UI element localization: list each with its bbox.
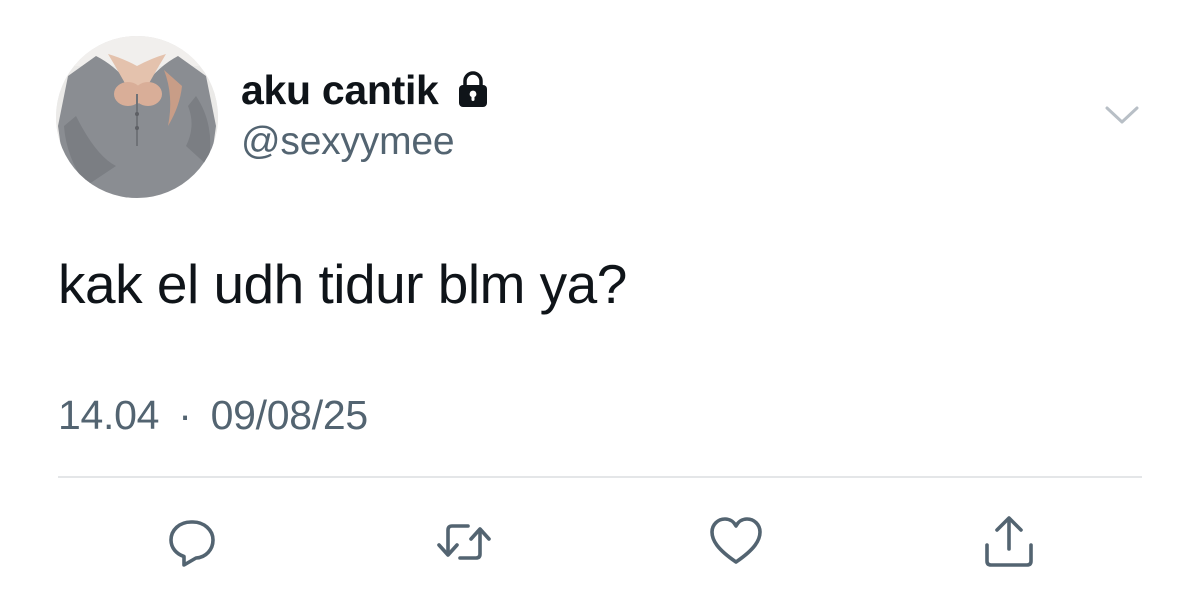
tweet-date: 09/08/25: [210, 392, 369, 438]
display-name-row: aku cantik: [241, 62, 493, 118]
divider: [58, 476, 1142, 478]
reply-icon: [164, 514, 220, 570]
share-icon: [981, 513, 1037, 571]
tweet-timestamp[interactable]: 14.04 · 09/08/25: [58, 392, 368, 439]
share-button[interactable]: [979, 512, 1039, 572]
chevron-down-icon[interactable]: [1102, 100, 1142, 130]
lock-icon: [453, 70, 493, 110]
tweet-time: 14.04: [58, 392, 160, 438]
heart-icon: [707, 514, 765, 570]
reply-button[interactable]: [162, 512, 222, 572]
retweet-button[interactable]: [434, 512, 494, 572]
like-button[interactable]: [706, 512, 766, 572]
avatar[interactable]: [56, 36, 218, 198]
avatar-image: [56, 36, 218, 198]
display-name[interactable]: aku cantik: [241, 67, 439, 114]
user-handle[interactable]: @sexyymee: [241, 120, 455, 164]
timestamp-separator: ·: [178, 392, 192, 438]
tweet-text: kak el udh tidur blm ya?: [58, 253, 627, 315]
retweet-icon: [434, 514, 494, 570]
